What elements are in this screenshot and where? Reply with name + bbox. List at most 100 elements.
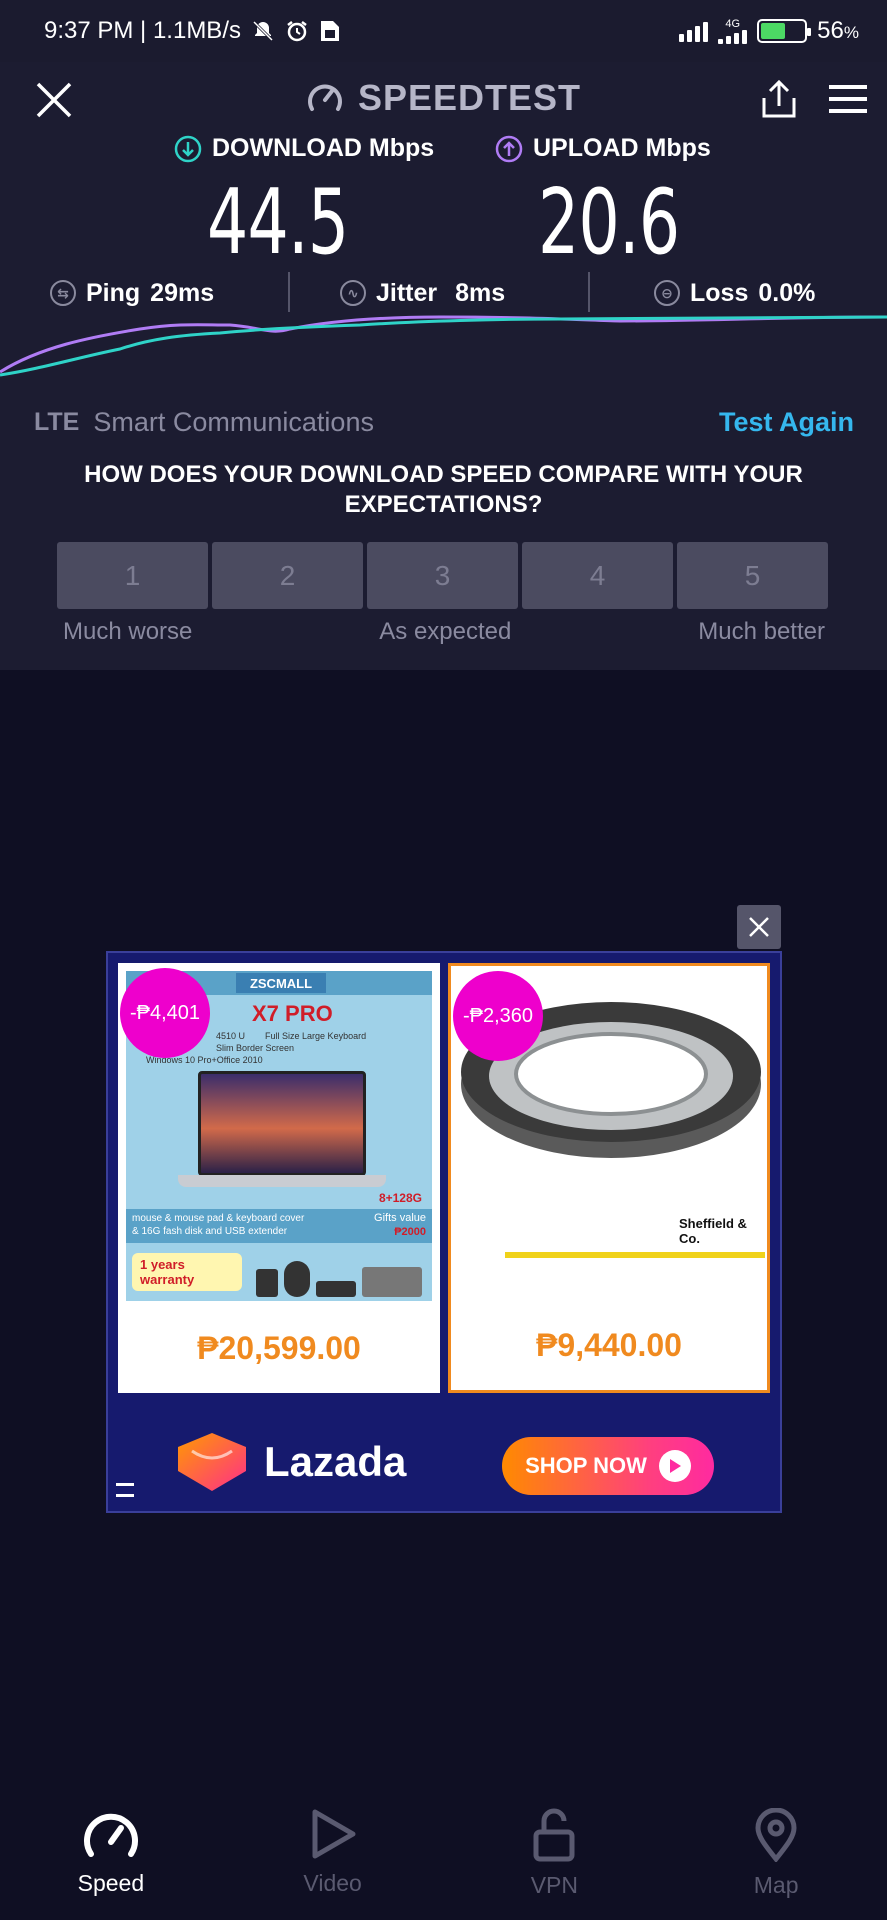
jitter-label: Jitter	[376, 278, 438, 307]
signal-icon	[679, 20, 709, 42]
caption-low: Much worse	[63, 618, 193, 645]
rating-button-3[interactable]: 3	[367, 542, 518, 609]
lock-icon	[533, 1808, 575, 1862]
rating-button-4[interactable]: 4	[522, 542, 673, 609]
loss-value: 0.0%	[758, 278, 816, 307]
map-pin-icon	[755, 1808, 797, 1862]
stat-divider	[288, 272, 290, 312]
battery-percent-sign: %	[843, 23, 859, 42]
network-tech: LTE	[34, 407, 80, 436]
promo-spec-tag: 8+128G	[378, 1191, 422, 1205]
ad-product-laptop[interactable]: ZSCMALL X7 PRO 4510 U Full Size Large Ke…	[118, 963, 440, 1393]
ad-close-button[interactable]	[737, 905, 781, 949]
alarm-icon	[287, 21, 307, 42]
nav-video[interactable]: Video	[222, 1790, 444, 1920]
menu-icon[interactable]	[827, 84, 869, 114]
results-panel: SPEEDTEST DOWNLOAD Mbps UPLOAD Mbps 44.5…	[0, 62, 887, 670]
promo-title: X7 PRO	[252, 1001, 333, 1026]
status-right: 4G 56%	[679, 17, 859, 45]
upload-label-text: UPLOAD Mbps	[533, 134, 711, 162]
test-again-button[interactable]: Test Again	[719, 407, 854, 438]
battery-percent-value: 56	[817, 17, 844, 44]
battery-icon	[757, 19, 812, 43]
provider-row: LTE Smart Communications Test Again	[34, 400, 854, 444]
laptop-screen-image	[198, 1071, 366, 1176]
rating-button-1[interactable]: 1	[57, 542, 208, 609]
status-left: 9:37 PM | 1.1MB/s	[44, 17, 341, 45]
survey-question: HOW DOES YOUR DOWNLOAD SPEED COMPARE WIT…	[84, 461, 803, 518]
rating-buttons: 1 2 3 4 5	[57, 542, 828, 609]
download-arrow-icon	[174, 135, 202, 162]
app-header: SPEEDTEST	[0, 62, 887, 134]
upload-value: 20.6	[538, 170, 680, 275]
product-price: ₱9,440.00	[536, 1327, 682, 1363]
ping-label: Ping	[86, 278, 141, 307]
loss-icon: ⊖	[654, 280, 680, 306]
upload-label: UPLOAD Mbps	[495, 134, 711, 163]
download-label-text: DOWNLOAD Mbps	[212, 134, 435, 162]
play-icon	[312, 1809, 356, 1859]
app-brand: SPEEDTEST	[306, 77, 581, 119]
shop-now-button[interactable]: SHOP NOW	[502, 1437, 714, 1495]
loss-stat: ⊖ Loss 0.0%	[654, 279, 815, 308]
ad-product-steel[interactable]: Sheffield & Co. -₱2,360 ₱9,440.00	[448, 963, 770, 1393]
nav-label-speed: Speed	[77, 1870, 145, 1896]
ping-stat: ⇆ Ping 29ms	[50, 279, 214, 308]
discount-badge: -₱4,401	[120, 968, 210, 1058]
nav-map[interactable]: Map	[665, 1790, 887, 1920]
discount-badge: -₱2,360	[453, 971, 543, 1061]
speedometer-logo-icon	[308, 84, 342, 111]
status-bar: 9:37 PM | 1.1MB/s 4G 56%	[0, 0, 887, 62]
shop-now-label: SHOP NOW	[525, 1453, 647, 1478]
caption-mid: As expected	[379, 618, 512, 645]
rating-button-5[interactable]: 5	[677, 542, 828, 609]
promo-warranty: 1 years warranty	[132, 1253, 242, 1291]
close-icon	[749, 917, 769, 937]
ad-menu-icon[interactable]	[116, 1483, 134, 1497]
jitter-stat: ∿ Jitter 8ms	[340, 279, 505, 308]
mute-bell-icon	[252, 20, 274, 42]
download-graph-line	[0, 315, 887, 377]
play-circle-icon	[658, 1450, 691, 1482]
upload-arrow-icon	[495, 135, 523, 162]
lazada-ad[interactable]: ZSCMALL X7 PRO 4510 U Full Size Large Ke…	[106, 951, 782, 1513]
nav-label-map: Map	[753, 1872, 799, 1898]
status-time-speed: 9:37 PM | 1.1MB/s	[44, 17, 241, 44]
bottom-nav: Speed Video VPN Map	[0, 1790, 887, 1920]
loss-label: Loss	[690, 278, 749, 307]
product-price: ₱20,599.00	[197, 1330, 361, 1366]
download-value: 44.5	[207, 170, 349, 275]
signal-secondary-icon	[718, 29, 748, 44]
lazada-wordmark: Lazada	[264, 1438, 407, 1485]
provider-info: LTE Smart Communications	[34, 407, 374, 438]
laptop-base-image	[178, 1175, 386, 1187]
nav-label-video: Video	[303, 1870, 362, 1896]
jitter-value: 8ms	[455, 278, 506, 307]
caption-high: Much better	[698, 618, 825, 645]
rating-button-2[interactable]: 2	[212, 542, 363, 609]
promo-devices-image	[256, 1253, 426, 1297]
promo-gift-value: ₱2000	[394, 1226, 426, 1238]
lazada-heart-icon	[178, 1433, 246, 1491]
promo-spec: Slim Border Screen	[216, 1043, 295, 1053]
brand-line	[505, 1252, 765, 1258]
rating-captions: Much worse As expected Much better	[63, 618, 825, 646]
promo-logo: ZSCMALL	[236, 973, 326, 993]
stat-divider	[588, 272, 590, 312]
brand-title: SPEEDTEST	[357, 77, 582, 118]
nav-speed[interactable]: Speed	[0, 1790, 222, 1920]
close-icon[interactable]	[34, 80, 74, 120]
battery-fill	[761, 23, 785, 39]
lazada-logo: Lazada	[174, 1431, 406, 1493]
speedometer-icon	[83, 1813, 138, 1857]
share-icon[interactable]	[759, 78, 799, 120]
battery-percent: 56%	[817, 17, 859, 45]
promo-gift: Gifts value ₱2000	[374, 1211, 426, 1239]
network-indicator: 4G	[718, 18, 748, 44]
sim-card-icon	[320, 21, 339, 41]
promo-spec: 4510 U	[216, 1031, 246, 1041]
product-brand-tag: Sheffield & Co.	[679, 1216, 747, 1246]
jitter-icon: ∿	[340, 280, 366, 306]
nav-vpn[interactable]: VPN	[444, 1790, 666, 1920]
ping-value: 29ms	[150, 278, 215, 307]
